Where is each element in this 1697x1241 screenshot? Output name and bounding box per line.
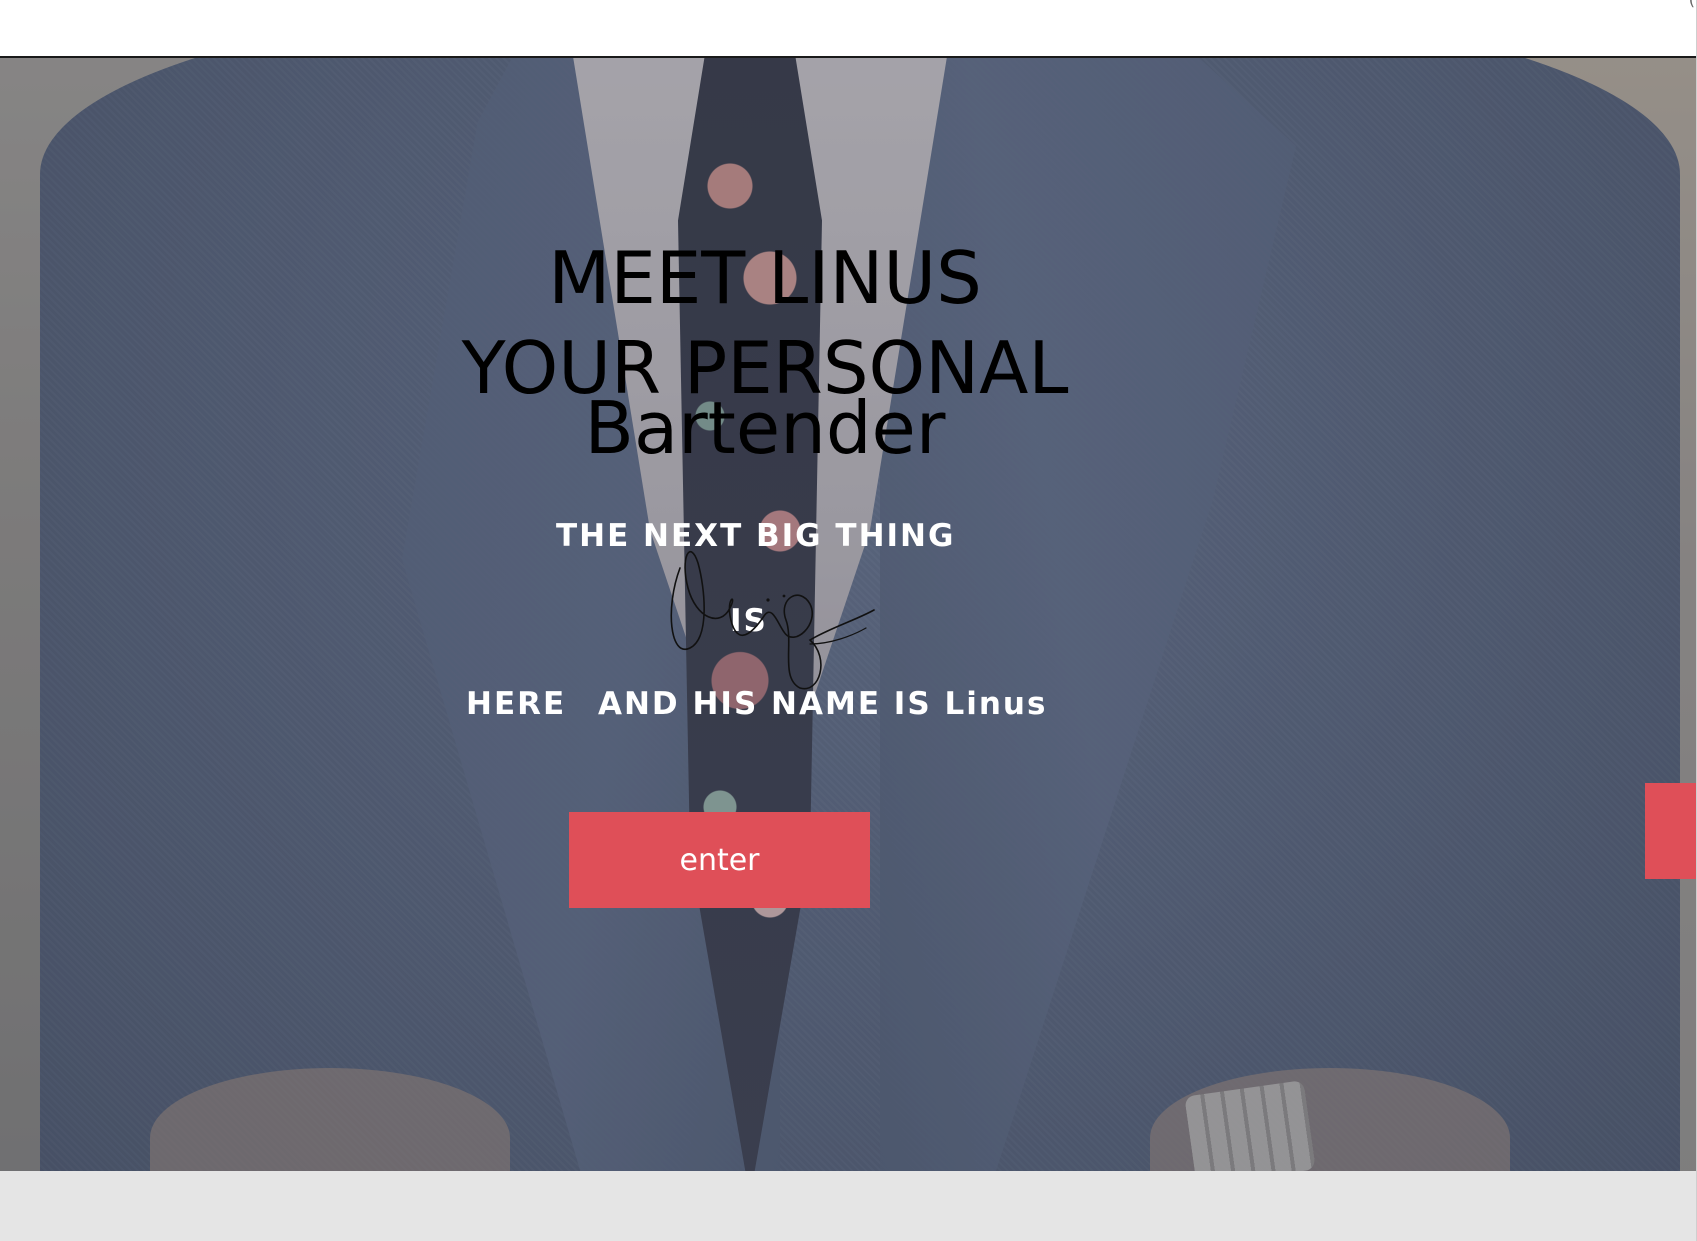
side-tab-button[interactable] [1645, 783, 1697, 879]
top-bar-glyph: ( [1689, 0, 1695, 9]
hero-section: MEET LINUS YOUR PERSONAL Bartender THE N… [0, 58, 1697, 1171]
top-bar: ( [0, 0, 1697, 58]
hero-title-line1: MEET LINUS [548, 236, 982, 320]
signature-icon [670, 550, 875, 690]
hero-tagline-line3a: HERE [466, 686, 567, 722]
enter-button[interactable]: enter [569, 812, 870, 908]
hero-title-line3: Bartender [584, 386, 946, 470]
footer-strip [0, 1171, 1697, 1241]
